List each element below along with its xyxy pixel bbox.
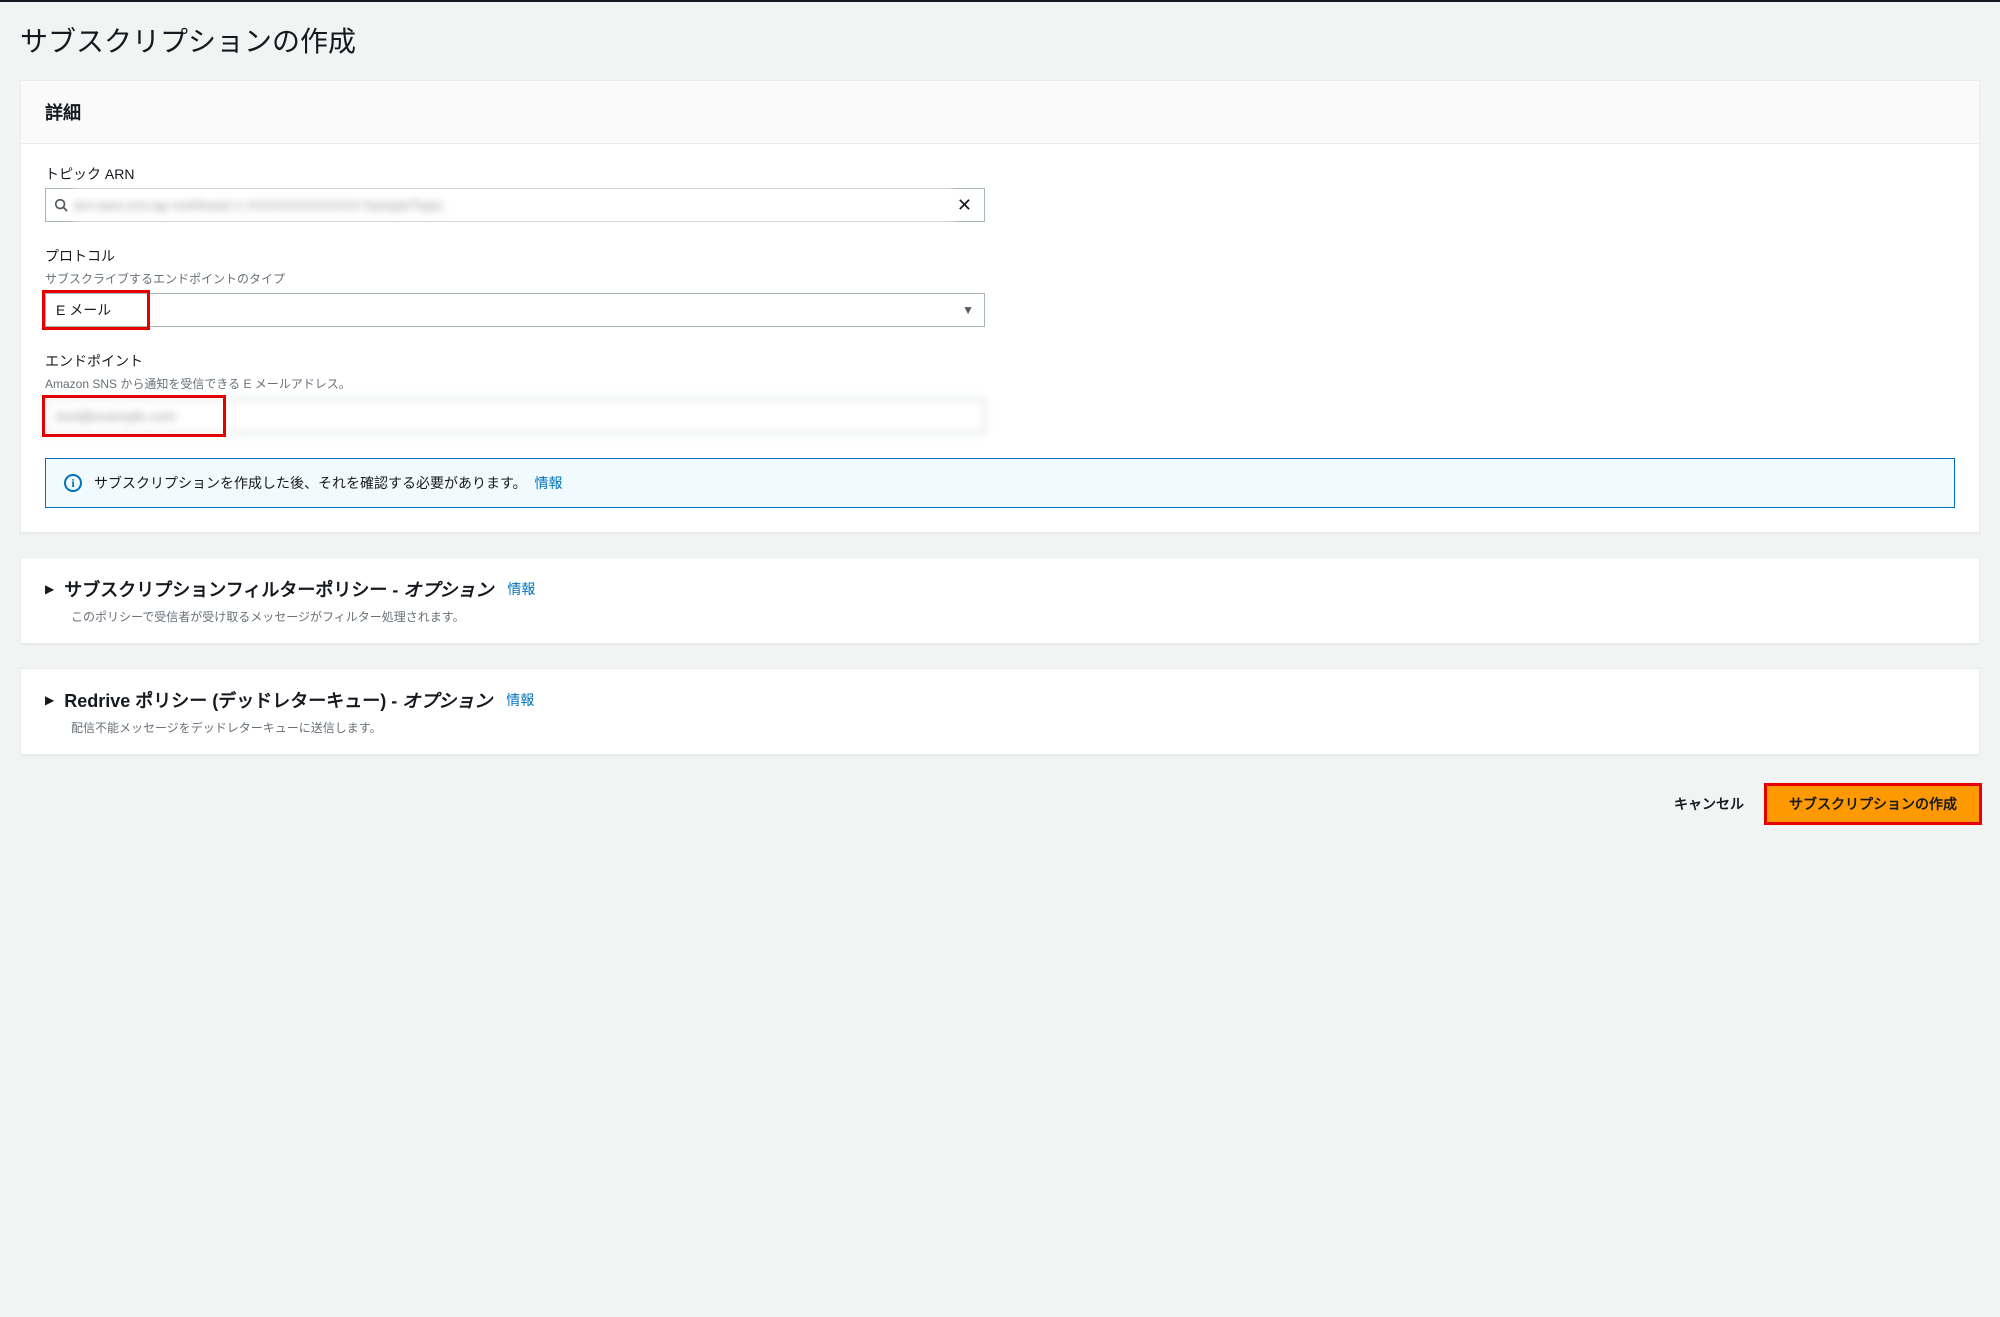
endpoint-field: エンドポイント Amazon SNS から通知を受信できる E メールアドレス。 (45, 351, 1955, 434)
filter-policy-toggle[interactable]: ▶ サブスクリプションフィルターポリシー - オプション 情報 (45, 576, 1955, 602)
close-icon: ✕ (957, 195, 972, 215)
clear-topic-arn-button[interactable]: ✕ (953, 195, 976, 216)
page-title: サブスクリプションの作成 (20, 2, 1980, 80)
redrive-policy-toggle[interactable]: ▶ Redrive ポリシー (デッドレターキュー) - オプション 情報 (45, 687, 1955, 713)
filter-policy-title: サブスクリプションフィルターポリシー - (64, 580, 403, 600)
topic-arn-field: トピック ARN ✕ (45, 164, 1955, 222)
info-icon: i (64, 474, 82, 492)
footer-actions: キャンセル サブスクリプションの作成 (20, 779, 1980, 823)
redrive-policy-optional: オプション (402, 691, 492, 711)
endpoint-hint: Amazon SNS から通知を受信できる E メールアドレス。 (45, 375, 1955, 392)
redrive-policy-panel: ▶ Redrive ポリシー (デッドレターキュー) - オプション 情報 配信… (20, 668, 1980, 755)
filter-policy-description: このポリシーで受信者が受け取るメッセージがフィルター処理されます。 (71, 608, 1955, 625)
protocol-hint: サブスクライブするエンドポイントのタイプ (45, 270, 1955, 287)
protocol-label: プロトコル (45, 246, 1955, 266)
protocol-selected-value: E メール (56, 300, 962, 320)
protocol-select[interactable]: E メール ▼ (45, 293, 985, 327)
search-icon (54, 198, 68, 212)
create-subscription-button[interactable]: サブスクリプションの作成 (1766, 785, 1980, 823)
redrive-policy-info-link[interactable]: 情報 (506, 690, 534, 710)
filter-policy-optional: オプション (403, 580, 493, 600)
endpoint-label: エンドポイント (45, 351, 1955, 371)
info-banner-link[interactable]: 情報 (535, 475, 563, 491)
create-subscription-label: サブスクリプションの作成 (1789, 796, 1957, 812)
details-heading: 詳細 (21, 81, 1979, 144)
details-panel: 詳細 トピック ARN ✕ プロトコル サブスクライブするエンドポイントのタイプ (20, 80, 1980, 533)
topic-arn-input-wrap[interactable]: ✕ (45, 188, 985, 222)
cancel-button[interactable]: キャンセル (1670, 786, 1748, 822)
topic-arn-input[interactable] (74, 189, 953, 221)
info-banner-text: サブスクリプションを作成した後、それを確認する必要があります。 (94, 475, 527, 491)
filter-policy-info-link[interactable]: 情報 (507, 579, 535, 599)
filter-policy-panel: ▶ サブスクリプションフィルターポリシー - オプション 情報 このポリシーで受… (20, 557, 1980, 644)
protocol-field: プロトコル サブスクライブするエンドポイントのタイプ E メール ▼ (45, 246, 1955, 327)
caret-right-icon: ▶ (45, 693, 54, 707)
redrive-policy-description: 配信不能メッセージをデッドレターキューに送信します。 (71, 719, 1955, 736)
redrive-policy-title: Redrive ポリシー (デッドレターキュー) - (64, 691, 402, 711)
caret-right-icon: ▶ (45, 582, 54, 596)
caret-down-icon: ▼ (962, 303, 974, 317)
endpoint-input[interactable] (45, 398, 985, 434)
topic-arn-label: トピック ARN (45, 164, 1955, 184)
info-banner: i サブスクリプションを作成した後、それを確認する必要があります。 情報 (45, 458, 1955, 508)
